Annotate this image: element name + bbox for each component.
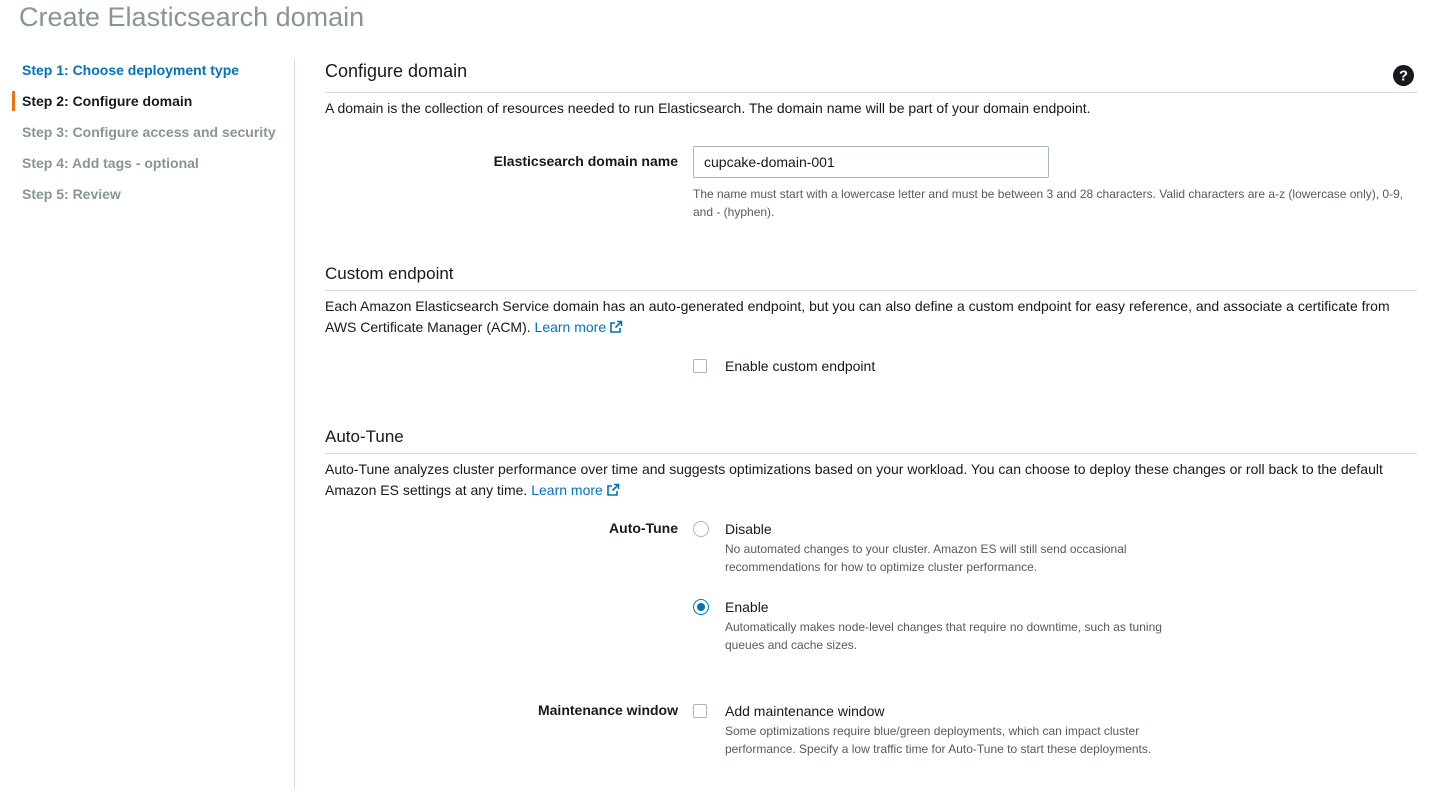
maintenance-window-checkbox-label[interactable]: Add maintenance window: [725, 702, 885, 720]
maintenance-window-desc-line1: Some optimizations require blue/green de…: [725, 724, 1140, 738]
auto-tune-disable-radio[interactable]: [693, 521, 709, 537]
auto-tune-description-text: Amazon ES settings at any time.: [325, 482, 528, 498]
custom-endpoint-title: Custom endpoint: [325, 264, 454, 283]
auto-tune-divider: [325, 453, 1417, 454]
custom-endpoint-description-text: AWS Certificate Manager (ACM).: [325, 319, 531, 335]
auto-tune-enable-desc-line2: queues and cache sizes.: [725, 638, 858, 652]
auto-tune-enable-radio[interactable]: [693, 599, 709, 615]
maintenance-window-checkbox[interactable]: [693, 704, 707, 718]
svg-text:?: ?: [1399, 69, 1408, 85]
domain-name-input[interactable]: cupcake-domain-001: [693, 146, 1049, 178]
auto-tune-enable-desc-line1: Automatically makes node-level changes t…: [725, 620, 1162, 634]
auto-tune-disable-desc-line2: recommendations for how to optimize clus…: [725, 560, 1038, 574]
configure-domain-divider: [325, 92, 1417, 93]
enable-custom-endpoint-label[interactable]: Enable custom endpoint: [725, 357, 875, 375]
help-circle-icon[interactable]: ?: [1393, 65, 1414, 86]
maintenance-window-desc-line2: performance. Specify a low traffic time …: [725, 742, 1152, 756]
step-4: Step 4: Add tags - optional: [22, 155, 199, 171]
learn-more-label: Learn more: [534, 319, 607, 335]
custom-endpoint-learn-more-link[interactable]: Learn more: [535, 319, 624, 335]
custom-endpoint-description-line2: AWS Certificate Manager (ACM). Learn mor…: [325, 317, 1405, 338]
step-5: Step 5: Review: [22, 186, 121, 202]
external-link-icon: [610, 320, 623, 333]
learn-more-label: Learn more: [531, 482, 603, 498]
page-title: Create Elasticsearch domain: [19, 2, 365, 32]
auto-tune-learn-more-link[interactable]: Learn more: [531, 482, 620, 498]
step-3: Step 3: Configure access and security: [22, 124, 276, 140]
configure-domain-description: A domain is the collection of resources …: [325, 100, 1091, 116]
auto-tune-field-label: Auto-Tune: [609, 520, 678, 536]
domain-name-hint-line2: and - (hyphen).: [693, 205, 775, 219]
custom-endpoint-description-line1: Each Amazon Elasticsearch Service domain…: [325, 298, 1390, 314]
maintenance-window-label: Maintenance window: [537, 702, 678, 718]
auto-tune-description-line2: Amazon ES settings at any time. Learn mo…: [325, 480, 1405, 501]
auto-tune-disable-label[interactable]: Disable: [725, 520, 772, 538]
domain-name-label: Elasticsearch domain name: [493, 153, 678, 169]
auto-tune-disable-desc-line1: No automated changes to your cluster. Am…: [725, 542, 1127, 556]
wizard-steps: Step 1: Choose deployment type Step 2: C…: [0, 58, 290, 213]
configure-domain-title: Configure domain: [325, 61, 468, 81]
custom-endpoint-divider: [325, 290, 1417, 291]
domain-name-hint-line1: The name must start with a lowercase let…: [693, 187, 1404, 201]
step-1-link[interactable]: Step 1: Choose deployment type: [0, 58, 290, 89]
steps-divider: [294, 60, 295, 789]
enable-custom-endpoint-checkbox[interactable]: [693, 359, 707, 373]
auto-tune-description-line1: Auto-Tune analyzes cluster performance o…: [325, 461, 1383, 477]
auto-tune-title: Auto-Tune: [325, 427, 404, 446]
external-link-icon: [607, 483, 620, 496]
step-2-current: Step 2: Configure domain: [0, 89, 290, 120]
auto-tune-enable-label[interactable]: Enable: [725, 598, 769, 616]
